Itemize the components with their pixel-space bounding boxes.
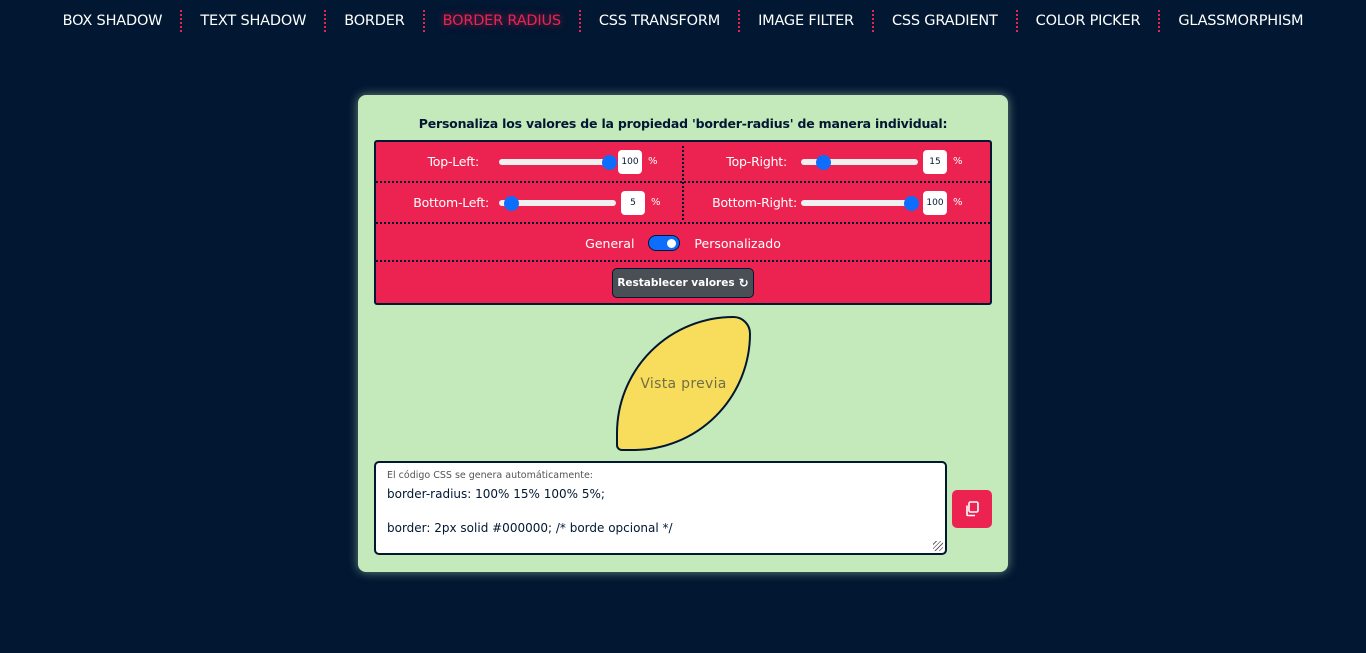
top-left-unit: % <box>648 156 658 167</box>
main-nav: BOX SHADOW TEXT SHADOW BORDER BORDER RAD… <box>0 0 1366 42</box>
nav-image-filter[interactable]: IMAGE FILTER <box>740 9 872 33</box>
nav-border-radius[interactable]: BORDER RADIUS <box>425 9 579 33</box>
copy-button[interactable] <box>952 490 992 528</box>
nav-text-shadow[interactable]: TEXT SHADOW <box>182 9 324 33</box>
top-left-slider[interactable] <box>499 154 617 170</box>
copy-icon <box>966 501 979 517</box>
code-hint: El código CSS se genera automáticamente: <box>387 470 593 481</box>
nav-box-shadow[interactable]: BOX SHADOW <box>45 9 181 33</box>
mode-toggle-row: General Personalizado <box>376 226 990 262</box>
bottom-right-value-input[interactable]: 100 <box>923 190 947 215</box>
code-line-border-radius: border-radius: 100% 15% 100% 5%; <box>387 487 605 501</box>
reset-button[interactable]: Restablecer valores ↻ <box>612 268 754 298</box>
top-right-slider[interactable] <box>801 154 918 170</box>
toggle-knob <box>667 239 677 248</box>
resize-handle[interactable] <box>933 541 943 551</box>
bottom-left-value-input[interactable]: 5 <box>621 190 645 215</box>
radius-controls-panel: Top-Left: 100 % Top-Right: 15 % Bottom-L… <box>374 140 992 305</box>
bottom-left-unit: % <box>651 197 661 208</box>
nav-color-picker[interactable]: COLOR PICKER <box>1018 9 1159 33</box>
reset-button-label: Restablecer valores <box>617 277 735 289</box>
top-left-slider-thumb[interactable] <box>602 154 617 170</box>
top-right-label: Top-Right: <box>726 154 787 169</box>
top-right-unit: % <box>953 156 963 167</box>
preview-shape: Vista previa <box>616 316 751 451</box>
top-left-label: Top-Left: <box>427 154 479 169</box>
top-right-slider-thumb[interactable] <box>816 154 832 170</box>
controls-divider <box>682 146 684 220</box>
nav-glassmorphism[interactable]: GLASSMORPHISM <box>1160 9 1321 33</box>
top-left-value-input[interactable]: 100 <box>618 149 642 174</box>
bottom-left-slider[interactable] <box>499 195 616 211</box>
nav-css-transform[interactable]: CSS TRANSFORM <box>581 9 738 33</box>
control-top-left: Top-Left: 100 % <box>376 142 682 181</box>
code-line-border: border: 2px solid #000000; /* borde opci… <box>387 521 673 535</box>
bottom-right-label: Bottom-Right: <box>712 195 797 210</box>
bottom-left-label: Bottom-Left: <box>413 195 489 210</box>
control-top-right: Top-Right: 15 % <box>684 142 990 181</box>
refresh-icon: ↻ <box>738 276 749 290</box>
top-right-value-input[interactable]: 15 <box>923 149 947 174</box>
nav-css-gradient[interactable]: CSS GRADIENT <box>874 9 1016 33</box>
nav-border[interactable]: BORDER <box>326 9 422 33</box>
preview-label: Vista previa <box>640 375 727 392</box>
border-radius-card: Personaliza los valores de la propiedad … <box>358 95 1008 572</box>
control-bottom-left: Bottom-Left: 5 % <box>376 183 682 222</box>
bottom-right-slider[interactable] <box>801 195 919 211</box>
card-title: Personaliza los valores de la propiedad … <box>418 116 948 131</box>
bottom-left-slider-thumb[interactable] <box>504 195 520 211</box>
mode-toggle-switch[interactable] <box>648 235 681 251</box>
bottom-right-slider-thumb[interactable] <box>904 195 919 211</box>
bottom-right-unit: % <box>953 197 963 208</box>
css-code-textarea[interactable]: El código CSS se genera automáticamente:… <box>374 461 947 555</box>
toggle-label-general: General <box>585 235 635 251</box>
toggle-label-personalizado: Personalizado <box>694 235 781 251</box>
control-bottom-right: Bottom-Right: 100 % <box>684 183 990 222</box>
